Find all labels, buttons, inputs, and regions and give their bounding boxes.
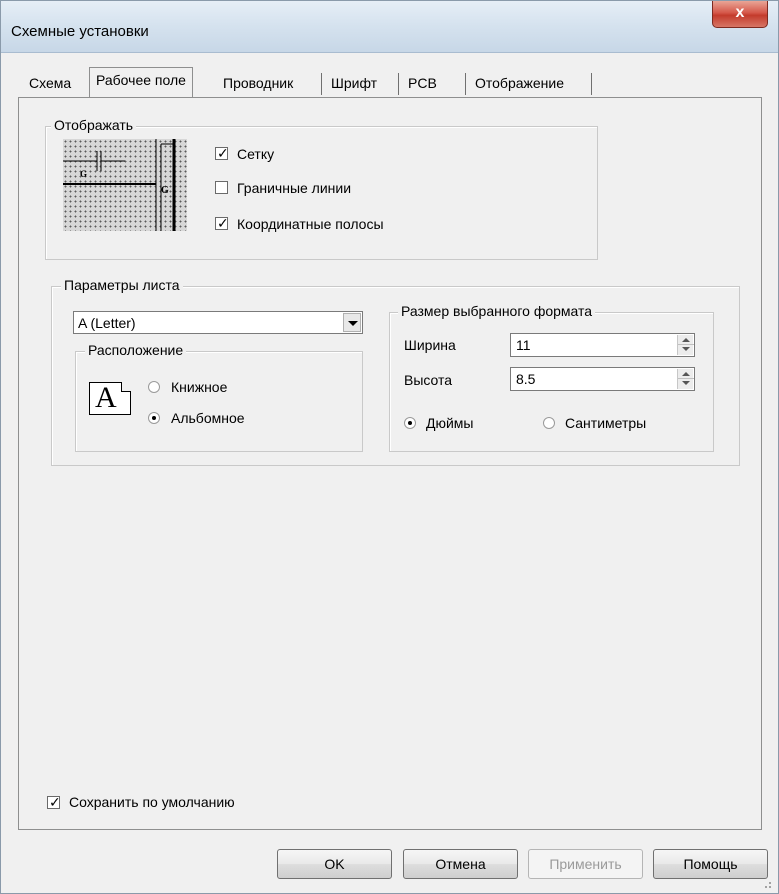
size-group-title: Размер выбранного формата — [398, 303, 596, 319]
save-default-checkbox[interactable]: ✓ — [47, 794, 61, 810]
tab-separator — [591, 73, 592, 95]
grid-preview-image: G G — [63, 139, 187, 231]
height-spinner[interactable]: 8.5 — [510, 367, 695, 391]
tab-font[interactable]: Шрифт — [325, 71, 383, 97]
radio-dot-icon — [408, 421, 412, 425]
tab-schema[interactable]: Схема — [23, 71, 77, 97]
height-stepper-icon[interactable] — [677, 369, 694, 389]
tab-label: Отображение — [475, 75, 565, 91]
inches-radio[interactable] — [404, 417, 416, 429]
coordinate-strips-checkbox[interactable]: ✓ — [215, 215, 229, 231]
preview-letter-left: G — [80, 169, 88, 179]
tab-separator — [321, 73, 322, 95]
chevron-down-icon[interactable] — [343, 313, 361, 332]
width-spinner[interactable]: 11 — [510, 333, 695, 357]
close-button[interactable]: x — [712, 1, 768, 28]
checkmark-icon: ✓ — [49, 794, 61, 810]
centimeters-label: Сантиметры — [565, 415, 647, 431]
save-default-label[interactable]: Сохранить по умолчанию — [69, 794, 235, 810]
sheet-format-value: A (Letter) — [78, 315, 136, 331]
tab-label: Рабочее поле — [96, 72, 186, 88]
checkmark-icon: ✓ — [217, 145, 229, 161]
cancel-button[interactable]: Отмена — [403, 849, 518, 879]
sheet-format-select[interactable]: A (Letter) — [73, 311, 363, 334]
page-orientation-icon: A — [89, 381, 131, 415]
preview-letter-right: G — [161, 185, 169, 196]
landscape-radio[interactable] — [148, 412, 160, 424]
tab-conductor[interactable]: Проводник — [217, 71, 299, 97]
resize-grip-icon[interactable] — [760, 879, 772, 891]
tab-separator — [398, 73, 399, 95]
display-group-title: Отображать — [51, 117, 137, 133]
coordinate-strips-label: Координатные полосы — [237, 216, 384, 232]
width-label: Ширина — [404, 337, 456, 353]
ok-button[interactable]: OK — [277, 849, 392, 879]
tab-pcb[interactable]: PCB — [402, 71, 443, 97]
height-label: Высота — [404, 372, 453, 388]
page-letter: A — [95, 381, 117, 414]
portrait-radio[interactable] — [148, 381, 160, 393]
border-lines-checkbox[interactable] — [215, 181, 228, 194]
show-grid-label: Сетку — [237, 146, 275, 162]
tab-label: Схема — [29, 75, 72, 91]
portrait-label: Книжное — [171, 379, 228, 395]
centimeters-radio[interactable] — [543, 417, 555, 429]
tab-label: Шрифт — [331, 75, 378, 91]
tab-workspace[interactable]: Рабочее поле — [89, 67, 193, 98]
width-stepper-icon[interactable] — [677, 335, 694, 355]
orientation-title: Расположение — [85, 342, 187, 358]
border-lines-label: Граничные линии — [237, 180, 352, 196]
tab-label: Проводник — [223, 75, 294, 91]
tab-display[interactable]: Отображение — [469, 71, 570, 97]
page-fold-icon — [121, 382, 131, 392]
show-grid-checkbox[interactable]: ✓ — [215, 145, 229, 161]
tab-label: PCB — [408, 75, 437, 91]
inches-label: Дюймы — [426, 415, 474, 431]
radio-dot-icon — [152, 416, 156, 420]
width-value: 11 — [516, 337, 531, 353]
window-title: Схемные установки — [11, 23, 149, 40]
checkmark-icon: ✓ — [217, 215, 229, 231]
settings-dialog: Схемные установки x Схема Рабочее поле П… — [0, 0, 779, 894]
title-bar[interactable]: Схемные установки x — [1, 1, 778, 53]
close-icon: x — [735, 4, 745, 21]
tab-separator — [465, 73, 466, 95]
landscape-label: Альбомное — [171, 410, 245, 426]
apply-button[interactable]: Применить — [528, 849, 643, 879]
help-button[interactable]: Помощь — [653, 849, 768, 879]
sheet-params-title: Параметры листа — [61, 277, 183, 293]
height-value: 8.5 — [516, 371, 536, 387]
